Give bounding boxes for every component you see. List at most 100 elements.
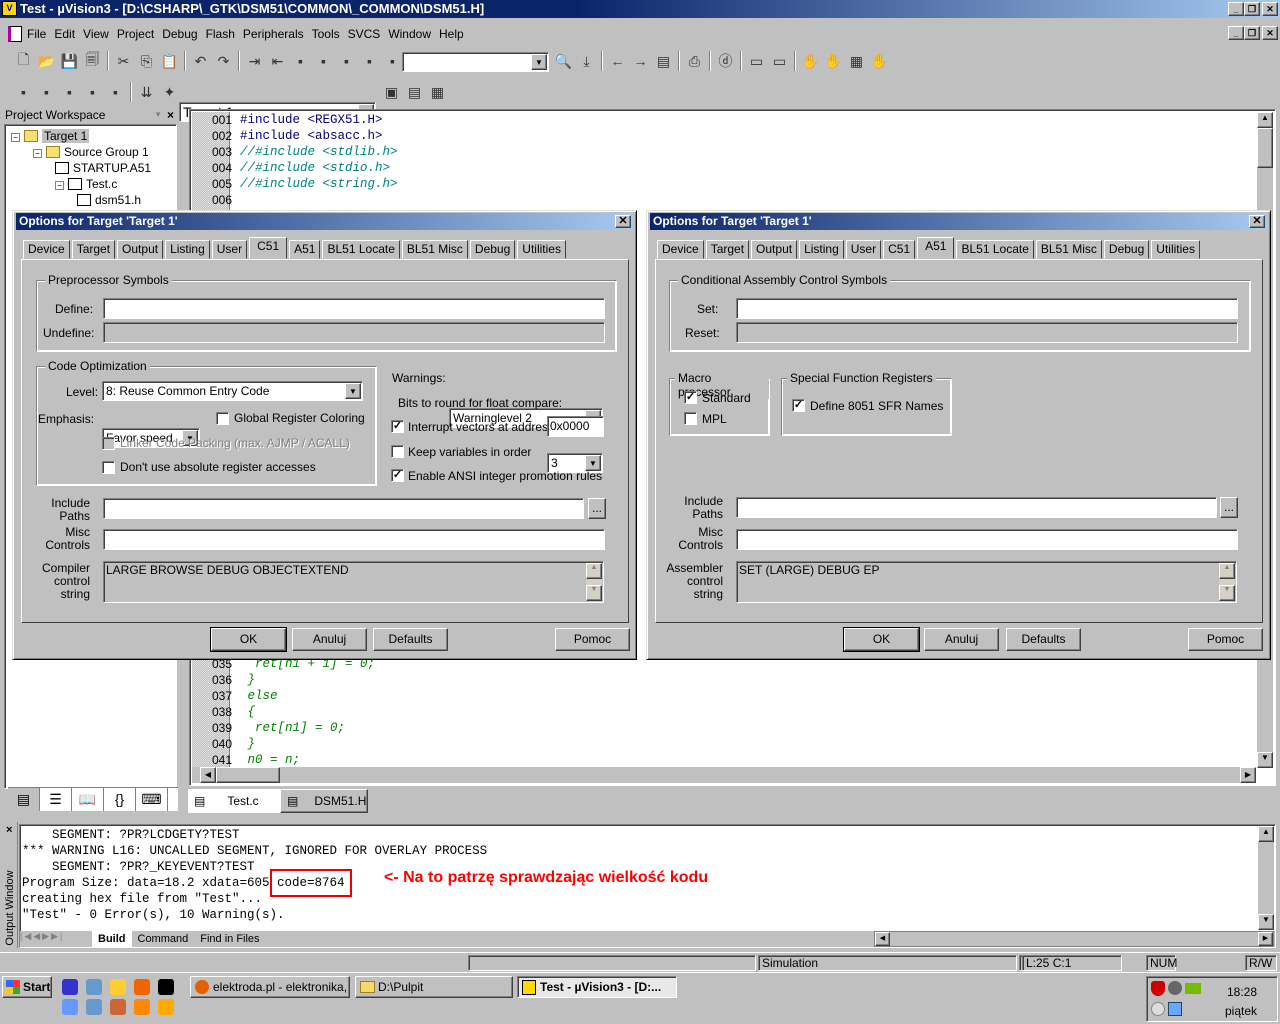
save-icon[interactable]: 💾: [58, 50, 81, 72]
defaults-button[interactable]: Defaults: [373, 628, 448, 651]
maximize-button[interactable]: ❐: [1244, 2, 1260, 16]
sfr-checkbox[interactable]: ✓: [792, 399, 805, 412]
hand2-icon[interactable]: ✋: [822, 50, 845, 72]
build-icon[interactable]: ▪: [35, 81, 58, 103]
cancel-button[interactable]: Anuluj: [292, 628, 367, 651]
tab-a51[interactable]: A51: [289, 240, 321, 259]
tab-device[interactable]: Device: [23, 240, 70, 259]
load-icon[interactable]: ⇊: [135, 81, 158, 103]
debug-icon[interactable]: ⓓ: [714, 50, 737, 72]
output-horizontal-scrollbar[interactable]: ◀ ▶: [874, 931, 1274, 947]
outdent-icon[interactable]: ⇤: [266, 50, 289, 72]
scroll-up-icon[interactable]: ▲: [1258, 826, 1274, 842]
bookmark-icon[interactable]: ▪: [289, 50, 312, 72]
translate-icon[interactable]: ▪: [12, 81, 35, 103]
rebuild-icon[interactable]: ▪: [58, 81, 81, 103]
keep-variables-checkbox[interactable]: [391, 445, 404, 458]
misc-controls-input[interactable]: [103, 529, 605, 550]
scroll-down-icon[interactable]: ▼: [586, 585, 602, 601]
tab-build[interactable]: Build: [92, 931, 132, 947]
doc-icon[interactable]: [62, 999, 78, 1015]
expand-icon[interactable]: −: [33, 149, 42, 158]
paint-icon[interactable]: [110, 999, 126, 1015]
print-icon[interactable]: ⎙: [683, 50, 706, 72]
minimize-button[interactable]: _: [1228, 2, 1244, 16]
tab-target[interactable]: Target: [71, 240, 116, 259]
find-combo[interactable]: ▼: [402, 52, 549, 72]
ok-button[interactable]: OK: [210, 627, 287, 652]
expand-icon[interactable]: −: [11, 133, 20, 142]
forward-icon[interactable]: →: [629, 50, 652, 72]
regs-icon[interactable]: ☰: [40, 788, 72, 811]
next-bookmark-icon[interactable]: ▪: [312, 50, 335, 72]
close-icon[interactable]: ✕: [615, 215, 631, 228]
nvidia-icon[interactable]: [1185, 983, 1201, 994]
options-wand-icon[interactable]: ✦: [158, 81, 181, 103]
close-button[interactable]: ✕: [1262, 2, 1278, 16]
phone-icon[interactable]: [86, 979, 102, 995]
scroll-thumb[interactable]: [1257, 128, 1273, 168]
scroll-right-icon[interactable]: ▶: [1240, 767, 1256, 783]
tab-device[interactable]: Device: [657, 240, 704, 259]
tree-item[interactable]: STARTUP.A51: [55, 160, 151, 176]
redo-icon[interactable]: ↷: [212, 50, 235, 72]
multi-project-icon[interactable]: ▤: [403, 81, 426, 103]
tab-utilities[interactable]: Utilities: [517, 240, 566, 259]
expand-icon[interactable]: −: [55, 181, 64, 190]
tree-item[interactable]: dsm51.h: [77, 192, 141, 208]
set-input[interactable]: [736, 298, 1238, 319]
stop-build-icon[interactable]: ▪: [104, 81, 127, 103]
scroll-left-icon[interactable]: ◀: [875, 932, 890, 946]
scroll-left-icon[interactable]: ◀: [200, 767, 216, 783]
tab-bl51-misc[interactable]: BL51 Misc: [1035, 240, 1102, 259]
tree-item[interactable]: − Source Group 1: [33, 144, 149, 160]
back-icon[interactable]: ←: [606, 50, 629, 72]
hscroll-thumb[interactable]: [216, 767, 280, 783]
doc-close-button[interactable]: ✕: [1262, 26, 1278, 40]
tab-debug[interactable]: Debug: [469, 240, 516, 259]
start-button[interactable]: Start: [2, 976, 52, 998]
menu-project[interactable]: Project: [117, 27, 154, 41]
menu-window[interactable]: Window: [388, 27, 431, 41]
reset-input[interactable]: [736, 322, 1238, 343]
menu-edit[interactable]: Edit: [54, 27, 75, 41]
task-uvision[interactable]: Test - µVision3 - [D:...: [517, 976, 677, 998]
tab-c51[interactable]: C51: [883, 240, 916, 259]
hand4-icon[interactable]: ✋: [868, 50, 891, 72]
tab-command[interactable]: Command: [132, 931, 195, 947]
tree-item[interactable]: − Target 1: [11, 128, 90, 144]
standard-checkbox[interactable]: ✓: [684, 391, 697, 404]
app-icon[interactable]: V: [2, 1, 17, 16]
save-all-icon[interactable]: 🗐: [81, 50, 104, 72]
help-button[interactable]: Pomoc: [555, 628, 630, 651]
no-abs-register-checkbox[interactable]: [102, 461, 115, 474]
functions-icon[interactable]: {}: [104, 788, 136, 811]
tab-c51[interactable]: C51: [249, 237, 288, 259]
menu-tools[interactable]: Tools: [312, 27, 340, 41]
tab-bl51-locate[interactable]: BL51 Locate: [322, 240, 400, 259]
include-paths-input[interactable]: [103, 498, 584, 519]
find-in-files-icon[interactable]: ▪: [381, 50, 404, 72]
cmd-icon[interactable]: [158, 979, 174, 995]
menu-flash[interactable]: Flash: [206, 27, 235, 41]
find-next-icon[interactable]: ⤓: [575, 50, 598, 72]
linker-packing-checkbox[interactable]: [102, 437, 115, 450]
browse-include-button[interactable]: ...: [588, 498, 606, 519]
task-pulpit[interactable]: D:\Pulpit: [355, 976, 513, 998]
find-icon[interactable]: 🔍: [552, 50, 575, 72]
doc-minimize-button[interactable]: _: [1228, 26, 1244, 40]
tab-find-in-files[interactable]: Find in Files: [194, 931, 265, 947]
include-paths-input[interactable]: [736, 497, 1217, 518]
tab-target[interactable]: Target: [705, 240, 750, 259]
scroll-right-icon[interactable]: ▶: [1258, 932, 1273, 946]
menu-svcs[interactable]: SVCS: [348, 27, 381, 41]
folder-icon[interactable]: [110, 979, 126, 995]
ansi-promotion-checkbox[interactable]: ✓: [391, 469, 404, 482]
close-icon[interactable]: ×: [167, 108, 174, 122]
browse-icon[interactable]: ▤: [652, 50, 675, 72]
winamp-icon[interactable]: [158, 999, 174, 1015]
horizontal-scrollbar[interactable]: ◀ ▶: [192, 767, 1256, 783]
tab-user[interactable]: User: [211, 240, 248, 259]
scroll-up-icon[interactable]: ▲: [586, 563, 602, 579]
firefox-icon[interactable]: [134, 979, 150, 995]
